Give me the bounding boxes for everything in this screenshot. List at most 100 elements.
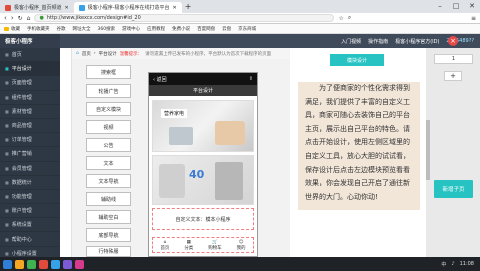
browser-tab-bar: 极客小程序_首页频道 ✕ 极客小程序-极客小程序在线打造平台 ✕ + – □ ✕	[0, 0, 480, 13]
account-icon: ■	[5, 208, 9, 214]
volume-icon[interactable]: ♪	[451, 261, 454, 267]
component-carousel[interactable]: 轮播广告	[86, 84, 131, 98]
breadcrumb-home[interactable]: 首页	[82, 51, 91, 57]
search-icon[interactable]: ⌕	[348, 14, 351, 22]
bookmark-item[interactable]: 百度网盘	[197, 26, 215, 32]
component-blank[interactable]: 辅助空白	[86, 210, 131, 224]
bookmark-item[interactable]: 360搜索	[98, 26, 116, 32]
taskbar-app-icon[interactable]	[27, 259, 36, 269]
bookmark-item[interactable]: 京东商城	[238, 26, 256, 32]
taskbar-app-icon[interactable]	[63, 259, 72, 269]
bookmark-item[interactable]: 免费小说	[172, 26, 190, 32]
browser-tab-active[interactable]: 极客小程序-极客小程序在线打造平台 ✕	[73, 2, 182, 13]
app-header: 极客小程序 入门视频 操作指南 极客小程序官方(ID) 2925489??	[0, 34, 480, 48]
back-icon[interactable]: ‹	[4, 14, 7, 22]
header-link-video[interactable]: 入门视频	[341, 38, 361, 45]
bookmark-item[interactable]: 网址大全	[73, 26, 91, 32]
component-bottom-nav[interactable]: 底部导航	[86, 228, 131, 242]
sidebar-item[interactable]: ■ 平台设计	[0, 62, 60, 77]
order-icon: ■	[5, 137, 9, 143]
bookmark-item[interactable]: 谷歌	[57, 26, 66, 32]
nav-item-category[interactable]: ▦ 分类	[184, 240, 193, 251]
menu-icon[interactable]: ≡	[471, 15, 476, 22]
sidebar-item[interactable]: ■ 页面管理	[0, 76, 60, 91]
taskbar-app-icon[interactable]	[39, 259, 48, 269]
home-icon[interactable]: ⌂	[27, 15, 31, 22]
sidebar-item[interactable]: ■ 功能管理	[0, 190, 60, 205]
design-icon: ■	[5, 66, 9, 72]
cart-icon: 🛒	[212, 239, 218, 245]
page-icon: ■	[5, 80, 9, 86]
scrollbar-thumb[interactable]	[426, 120, 430, 180]
star-icon[interactable]: ☆	[338, 15, 343, 22]
bookmark-item[interactable]: 手机收藏夹	[27, 26, 50, 32]
add-subpage-button[interactable]: 新增子页	[434, 180, 473, 198]
sidebar-item[interactable]: ■ 首页	[0, 48, 60, 63]
sidebar-item[interactable]: ■ 账户管理	[0, 204, 60, 219]
preview-caption: 营养家电	[161, 109, 188, 118]
sidebar-item[interactable]: ■ 推广营销	[0, 147, 60, 162]
sidebar-item[interactable]: ■ 帮助中心	[0, 232, 60, 247]
taskbar-app-icon[interactable]	[75, 259, 84, 269]
nav-item-mine[interactable]: ☺ 我的	[237, 240, 246, 251]
url-field[interactable]: ● http://www.jikexcx.com/design#id_20	[34, 14, 335, 22]
home-icon: ■	[5, 52, 9, 58]
preview-image-1[interactable]: 营养家电	[152, 100, 254, 152]
clock[interactable]: 11:08	[460, 261, 474, 267]
add-item-icon[interactable]: +	[444, 71, 462, 81]
sidebar-item[interactable]: ■ 会员管理	[0, 162, 60, 176]
brand-logo[interactable]: 极客小程序	[0, 34, 60, 48]
forward-icon[interactable]: ›	[11, 14, 14, 22]
new-tab-icon[interactable]: +	[185, 2, 192, 11]
component-divider[interactable]: 辅助线	[86, 192, 131, 206]
bookmark-item[interactable]: 云盘	[222, 26, 231, 32]
component-search[interactable]: 搜索框	[86, 65, 131, 79]
sidebar-item[interactable]: ■ 组件管理	[0, 91, 60, 105]
taskbar-app-icon[interactable]	[51, 259, 60, 269]
language-indicator[interactable]: 中	[441, 261, 446, 268]
start-icon[interactable]	[3, 259, 12, 269]
bookmark-item[interactable]: 游戏中心	[122, 26, 140, 32]
nav-item-home[interactable]: ⌂ 首页	[160, 240, 169, 251]
bookmark-item[interactable]: 收藏	[4, 26, 20, 32]
folder-icon	[4, 26, 9, 31]
maximize-icon[interactable]: □	[448, 0, 464, 13]
feature-icon: ■	[5, 193, 9, 199]
sidebar-item-label: 页面管理	[11, 80, 32, 87]
component-video[interactable]: 视频	[86, 120, 131, 134]
bookmark-item[interactable]: 应用教程	[147, 26, 165, 32]
sidebar-item[interactable]: ■ 数据统计	[0, 176, 60, 190]
tab-label: 极客小程序_首页频道	[14, 5, 62, 11]
panel-title: 模块设计	[330, 54, 384, 66]
sidebar-item-label: 账户管理	[11, 208, 32, 215]
component-text-nav[interactable]: 文本导航	[86, 174, 131, 188]
sidebar-item-label: 数据统计	[11, 179, 32, 186]
preview-image-2[interactable]: 40	[152, 155, 254, 205]
component-special[interactable]: 行特殊服	[86, 246, 131, 257]
close-icon[interactable]: ✕	[65, 5, 69, 11]
quantity-stepper[interactable]: 1	[434, 54, 473, 64]
text-block[interactable]: 自定义文本：模本小程序	[152, 208, 254, 230]
component-custom[interactable]: 自定义模块	[86, 102, 131, 116]
minimize-icon[interactable]: –	[432, 0, 448, 13]
sidebar-item[interactable]: ■ 系统设置	[0, 218, 60, 233]
address-bar: ‹ › ↻ ⌂ ● http://www.jikexcx.com/design#…	[0, 13, 480, 24]
refresh-icon[interactable]: ↻	[18, 15, 23, 22]
sidebar-item[interactable]: ■ 素材管理	[0, 105, 60, 119]
close-window-icon[interactable]: ✕	[464, 0, 480, 13]
component-notice[interactable]: 公告	[86, 138, 131, 152]
nav-item-cart[interactable]: 🛒 购物车	[208, 240, 222, 251]
phone-back[interactable]: ‹ 返回	[153, 76, 167, 83]
header-link-account[interactable]: 极客小程序官方(ID)	[395, 38, 439, 45]
browser-tab[interactable]: 极客小程序_首页频道 ✕	[0, 2, 74, 13]
sidebar-item[interactable]: ■ 订单管理	[0, 133, 60, 148]
header-link-guide[interactable]: 操作指南	[368, 38, 388, 45]
share-icon[interactable]: ⇪	[249, 76, 253, 82]
close-icon[interactable]: ✕	[173, 5, 177, 11]
taskbar-app-icon[interactable]	[15, 259, 24, 269]
component-text[interactable]: 文本	[86, 156, 131, 170]
remove-item-icon[interactable]: ×	[448, 36, 458, 46]
tab-label: 极客小程序-极客小程序在线打造平台	[87, 5, 170, 11]
sub-sidebar	[60, 48, 72, 257]
sidebar-item[interactable]: ■ 商品管理	[0, 119, 60, 134]
